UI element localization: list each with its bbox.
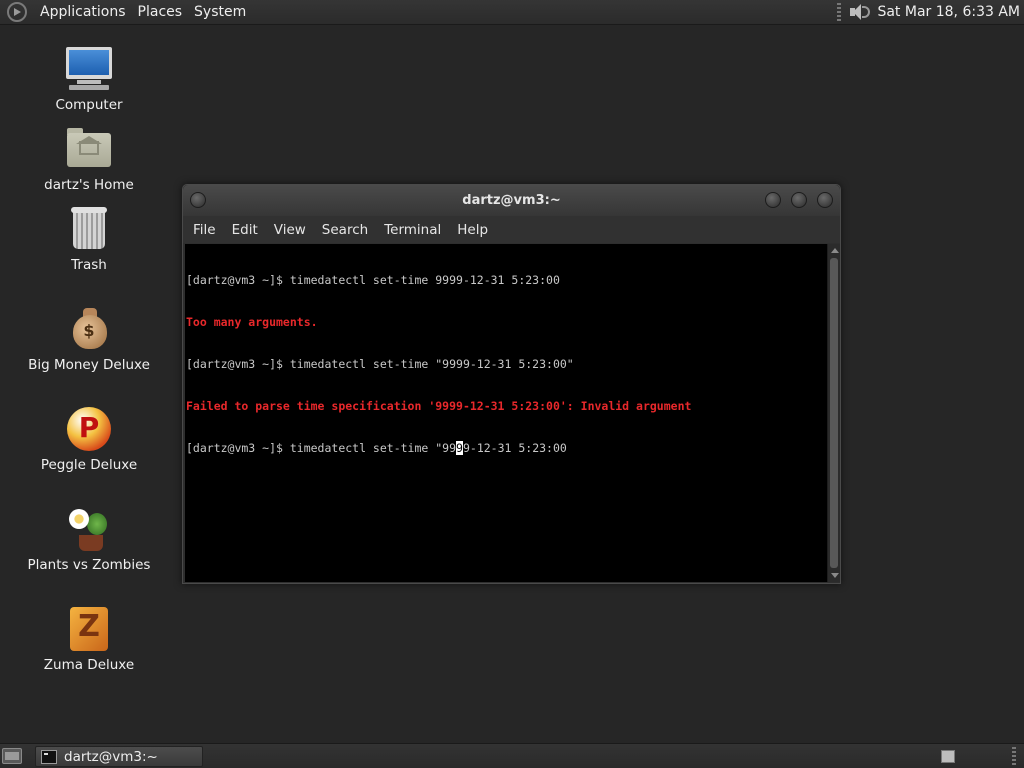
terminal-window[interactable]: dartz@vm3:~ File Edit View Search Termin… xyxy=(182,184,841,584)
terminal-output[interactable]: [dartz@vm3 ~]$ timedatectl set-time 9999… xyxy=(185,244,827,582)
minimize-icon[interactable] xyxy=(765,192,781,208)
window-title: dartz@vm3:~ xyxy=(462,193,561,208)
desktop-icon-big-money[interactable]: $ Big Money Deluxe xyxy=(19,305,159,373)
terminal-menubar: File Edit View Search Terminal Help xyxy=(183,216,840,243)
desktop-icon-label: Zuma Deluxe xyxy=(43,657,135,673)
terminal-icon xyxy=(41,749,57,764)
zuma-icon: Z xyxy=(65,605,113,653)
terminal-error-line: Too many arguments. xyxy=(186,315,318,329)
scroll-up-icon[interactable] xyxy=(831,248,839,253)
peggle-icon: P xyxy=(65,405,113,453)
text-cursor: 9 xyxy=(456,441,463,455)
scroll-thumb[interactable] xyxy=(830,258,838,568)
desktop-icon-label: Computer xyxy=(55,97,123,113)
menu-file[interactable]: File xyxy=(187,222,222,238)
menu-applications[interactable]: Applications xyxy=(34,0,132,25)
menu-system[interactable]: System xyxy=(188,0,252,25)
menu-edit[interactable]: Edit xyxy=(226,222,264,238)
input-before-cursor: [dartz@vm3 ~]$ timedatectl set-time "99 xyxy=(186,441,457,455)
desktop-icon-plants-vs-zombies[interactable]: Plants vs Zombies xyxy=(19,505,159,573)
terminal-scrollbar[interactable] xyxy=(827,244,840,582)
panel-tray: Sat Mar 18, 6:33 AM xyxy=(837,0,1024,25)
menu-places[interactable]: Places xyxy=(132,0,189,25)
menu-terminal[interactable]: Terminal xyxy=(378,222,447,238)
plants-vs-zombies-icon xyxy=(65,505,113,553)
trash-icon xyxy=(65,205,113,253)
desktop-icon-label: Big Money Deluxe xyxy=(28,357,150,373)
desktop-icon-label: Peggle Deluxe xyxy=(40,457,138,473)
close-icon[interactable] xyxy=(817,192,833,208)
panel-grip-icon xyxy=(837,3,842,21)
speaker-icon[interactable] xyxy=(849,3,871,21)
maximize-icon[interactable] xyxy=(791,192,807,208)
terminal-line: [dartz@vm3 ~]$ timedatectl set-time "999… xyxy=(186,357,574,371)
bottom-panel: dartz@vm3:~ xyxy=(0,743,1024,768)
terminal-input-line[interactable]: [dartz@vm3 ~]$ timedatectl set-time "999… xyxy=(186,441,827,455)
input-after-cursor: 9-12-31 5:23:00 xyxy=(462,441,567,455)
desktop-icon-label: dartz's Home xyxy=(44,177,134,193)
gnome-menu-icon[interactable] xyxy=(7,2,27,22)
desktop-icon-trash[interactable]: Trash xyxy=(19,205,159,273)
computer-icon xyxy=(65,45,113,93)
taskbar-item-terminal[interactable]: dartz@vm3:~ xyxy=(35,746,203,767)
menu-search[interactable]: Search xyxy=(316,222,374,238)
home-folder-icon xyxy=(65,125,113,173)
menu-view[interactable]: View xyxy=(268,222,312,238)
clock[interactable]: Sat Mar 18, 6:33 AM xyxy=(877,4,1020,20)
window-titlebar[interactable]: dartz@vm3:~ xyxy=(183,185,840,216)
desktop-icon-label: Plants vs Zombies xyxy=(27,557,151,573)
desktop-icon-computer[interactable]: Computer xyxy=(19,45,159,113)
panel-grip-icon xyxy=(1012,747,1016,765)
workspace-switcher[interactable] xyxy=(941,750,955,763)
scroll-down-icon[interactable] xyxy=(831,573,839,578)
desktop-icon-label: Trash xyxy=(71,257,107,273)
desktop-icon-peggle[interactable]: P Peggle Deluxe xyxy=(19,405,159,473)
terminal-line: [dartz@vm3 ~]$ timedatectl set-time 9999… xyxy=(186,273,560,287)
desktop-icon-zuma[interactable]: Z Zuma Deluxe xyxy=(19,605,159,673)
show-desktop-icon[interactable] xyxy=(2,748,22,764)
money-bag-icon: $ xyxy=(65,305,113,353)
taskbar-item-label: dartz@vm3:~ xyxy=(64,748,158,765)
desktop-icon-home[interactable]: dartz's Home xyxy=(19,125,159,193)
terminal-error-line: Failed to parse time specification '9999… xyxy=(186,399,692,413)
menu-help[interactable]: Help xyxy=(451,222,494,238)
top-panel: Applications Places System Sat Mar 18, 6… xyxy=(0,0,1024,25)
